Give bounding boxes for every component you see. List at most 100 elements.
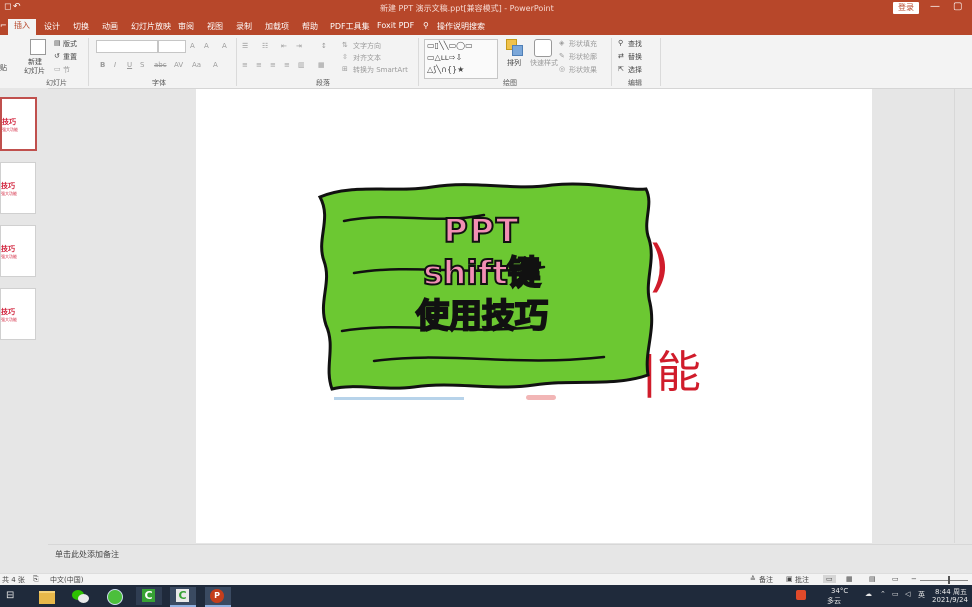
increase-indent-icon[interactable]: ⇥ — [296, 42, 302, 50]
zoom-slider-thumb[interactable] — [948, 576, 950, 584]
bullets-icon[interactable]: ☰ — [242, 42, 248, 50]
line-spacing-icon[interactable]: ↕ — [321, 42, 327, 50]
tab-animations[interactable]: 动画 — [102, 21, 118, 32]
undo-icon[interactable]: ↶ — [13, 2, 21, 12]
bold-icon[interactable]: B — [100, 61, 105, 69]
strike-icon[interactable]: abc — [154, 61, 167, 69]
slideshow-icon[interactable]: ▭ — [892, 575, 899, 583]
quick-styles-button[interactable]: 快速样式 — [530, 58, 558, 68]
font-color-icon[interactable]: A — [213, 61, 218, 69]
maximize-icon[interactable]: ▢ — [953, 1, 962, 12]
align-right-icon[interactable]: ≡ — [270, 61, 276, 69]
replace-button[interactable]: 替换 — [628, 52, 642, 62]
text-direction-button[interactable]: 文字方向 — [353, 41, 381, 51]
slide-thumbnail-2[interactable]: 技巧 强大功能 — [0, 162, 36, 214]
spacing-icon[interactable]: AV — [174, 61, 183, 69]
shrink-font-icon[interactable]: A — [204, 42, 209, 50]
tab-insert[interactable]: 插入 — [8, 19, 36, 35]
new-slide-icon[interactable] — [30, 39, 46, 55]
language-indicator[interactable]: 中文(中国) — [50, 575, 83, 585]
align-center-icon[interactable]: ≡ — [256, 61, 262, 69]
notes-toggle[interactable]: 备注 — [759, 575, 773, 585]
tab-file-edge[interactable]: ⌐ — [0, 21, 7, 30]
new-slide-label2[interactable]: 幻灯片 — [24, 66, 45, 76]
login-button[interactable]: 登录 — [893, 2, 919, 14]
tab-view[interactable]: 视图 — [207, 21, 223, 32]
paste-fragment[interactable]: 贴 — [0, 63, 7, 73]
notes-pane[interactable]: 单击此处添加备注 — [48, 544, 972, 574]
font-name-box[interactable] — [96, 40, 158, 53]
layout-button[interactable]: 版式 — [63, 39, 77, 49]
select-button[interactable]: 选择 — [628, 65, 642, 75]
align-left-icon[interactable]: ≡ — [242, 61, 248, 69]
shape-fill-button[interactable]: 形状填充 — [569, 39, 597, 49]
tab-addins[interactable]: 加载项 — [265, 21, 289, 32]
tab-slideshow[interactable]: 幻灯片放映 — [131, 21, 171, 32]
tab-record[interactable]: 录制 — [236, 21, 252, 32]
zoom-slider[interactable] — [920, 580, 968, 581]
spellcheck-icon[interactable]: ⎘ — [33, 575, 39, 584]
volume-icon[interactable]: ◁ — [905, 590, 910, 598]
shapes-row2: ▭△ʟʟ⇨⇩ — [427, 53, 463, 62]
numbering-icon[interactable]: ☷ — [262, 42, 268, 50]
minimize-icon[interactable]: — — [930, 1, 940, 12]
shapes-gallery[interactable]: ▭▯╲╲▭◯▭ ▭△ʟʟ⇨⇩ △⟆╲∩{}★ — [424, 39, 498, 79]
notes-placeholder[interactable]: 单击此处添加备注 — [55, 549, 119, 560]
shadow-icon[interactable]: S — [140, 61, 144, 69]
smartart-button[interactable]: 转换为 SmartArt — [353, 65, 408, 75]
network-icon[interactable]: ▭ — [892, 590, 899, 598]
cloud-icon[interactable]: ☁ — [865, 590, 872, 598]
reading-view-icon[interactable]: ▤ — [869, 575, 876, 583]
weather-temp[interactable]: 34°C — [831, 587, 848, 595]
section-button[interactable]: 节 — [63, 65, 70, 75]
reset-button[interactable]: 重置 — [63, 52, 77, 62]
normal-view-icon[interactable]: ▭ — [823, 575, 836, 583]
slide-thumbnail-1[interactable]: 技巧 强大功能 — [0, 97, 37, 151]
clock-date[interactable]: 2021/9/24 — [932, 596, 968, 604]
underline-icon[interactable]: U — [127, 61, 132, 69]
tab-pdf-tools[interactable]: PDF工具集 — [330, 21, 370, 32]
camtasia-icon[interactable]: C — [136, 587, 162, 605]
browser-icon[interactable] — [102, 587, 128, 605]
slide-canvas[interactable]: ) |能 PPT shift键 使用技巧 — [196, 89, 872, 543]
justify-icon[interactable]: ≡ — [284, 61, 290, 69]
camtasia-recorder-icon[interactable]: C — [170, 587, 196, 607]
app-tray-icon[interactable] — [796, 590, 806, 600]
zoom-out-icon[interactable]: − — [911, 575, 917, 583]
decrease-indent-icon[interactable]: ⇤ — [281, 42, 287, 50]
arrange-icon[interactable] — [506, 39, 523, 56]
tab-review[interactable]: 审阅 — [178, 21, 194, 32]
find-button[interactable]: 查找 — [628, 39, 642, 49]
tab-transitions[interactable]: 切换 — [73, 21, 89, 32]
divider — [88, 38, 89, 86]
wechat-icon[interactable] — [68, 587, 94, 605]
arrange-button[interactable]: 排列 — [507, 58, 521, 68]
slide-thumbnail-3[interactable]: 技巧 强大功能 — [0, 225, 36, 277]
vertical-scrollbar[interactable] — [954, 89, 972, 543]
tab-help[interactable]: 帮助 — [302, 21, 318, 32]
file-explorer-icon[interactable] — [34, 587, 60, 605]
comments-toggle[interactable]: 批注 — [795, 575, 809, 585]
slide-sorter-icon[interactable]: ▦ — [846, 575, 853, 583]
shape-outline-button[interactable]: 形状轮廓 — [569, 52, 597, 62]
columns-icon[interactable]: ▦ — [318, 61, 325, 69]
input-method-icon[interactable]: 英 — [918, 590, 925, 600]
save-icon[interactable]: ◻ — [4, 2, 11, 12]
change-case-icon[interactable]: Aa — [192, 61, 201, 69]
distributed-icon[interactable]: ▥ — [298, 61, 305, 69]
task-view-icon[interactable]: ⊟ — [6, 590, 14, 601]
font-size-box[interactable] — [158, 40, 186, 53]
weather-desc[interactable]: 多云 — [827, 596, 841, 606]
shape-effects-button[interactable]: 形状效果 — [569, 65, 597, 75]
tab-design[interactable]: 设计 — [44, 21, 60, 32]
slide-thumbnail-4[interactable]: 技巧 强大功能 — [0, 288, 36, 340]
italic-icon[interactable]: I — [114, 61, 116, 69]
tell-me-search[interactable]: 操作说明搜索 — [437, 21, 485, 32]
grow-font-icon[interactable]: A — [190, 42, 195, 50]
quick-styles-icon[interactable] — [534, 39, 552, 57]
powerpoint-icon[interactable]: P — [205, 587, 231, 607]
tray-chevron-icon[interactable]: ⌃ — [880, 590, 886, 598]
tab-foxit-pdf[interactable]: Foxit PDF — [377, 21, 414, 30]
align-text-button[interactable]: 对齐文本 — [353, 53, 381, 63]
clear-format-icon[interactable]: A — [222, 42, 227, 50]
